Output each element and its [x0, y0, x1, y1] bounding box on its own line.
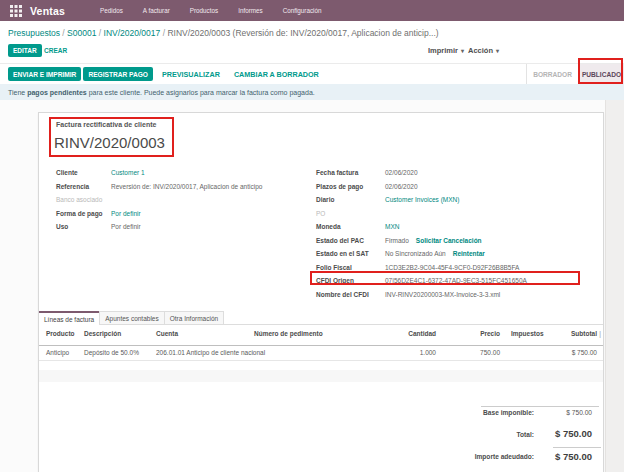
forma-pago-link[interactable]: Por definir	[111, 210, 141, 217]
total-value: $ 750.00	[555, 428, 592, 439]
field-cliente: ClienteCustomer 1	[56, 169, 145, 177]
register-payment-button[interactable]: REGISTRAR PAGO	[83, 67, 153, 81]
breadcrumb-current: RINV/2020/0003 (Reversión de: INV/2020/0…	[167, 28, 438, 38]
invoice-sheet: Factura rectificativa de cliente RINV/20…	[38, 112, 604, 472]
breadcrumb: Presupuestos / S00001 / INV/2020/0017 / …	[8, 28, 439, 38]
create-button[interactable]: CREAR	[44, 47, 67, 54]
field-estado-pac: Estado del PACFirmadoSolicitar Cancelaci…	[316, 237, 482, 245]
total-label: Total:	[517, 431, 534, 438]
tab-otra-informacion[interactable]: Otra Información	[164, 311, 224, 324]
field-plazos-pago: Plazos de pago02/06/2020	[316, 183, 418, 191]
field-uso: UsoPor definir	[56, 223, 141, 231]
statusbar: ENVIAR E IMPRIMIR REGISTRAR PAGO PREVISU…	[0, 63, 624, 84]
field-po: PO	[316, 210, 385, 218]
tab-apuntes-contables[interactable]: Apuntes contables	[99, 311, 164, 324]
field-diario: DiarioCustomer Invoices (MXN)	[316, 196, 459, 204]
action-dropdown[interactable]: Acción▾	[468, 46, 499, 55]
solicitar-cancelacion-link[interactable]: Solicitar Cancelación	[416, 237, 482, 244]
col-pedimento[interactable]: Número de pedimento	[254, 325, 323, 343]
annotation-box-cfdi-origen	[310, 271, 580, 286]
col-producto[interactable]: Producto	[46, 325, 75, 343]
col-cantidad[interactable]: Cantidad	[408, 325, 436, 343]
field-fecha-factura: Fecha factura02/06/2020	[316, 169, 418, 177]
breadcrumb-inv[interactable]: INV/2020/0017	[104, 28, 161, 38]
col-descripcion[interactable]: Descripción	[84, 325, 121, 343]
moneda-link[interactable]: MXN	[385, 223, 399, 230]
field-estado-sat: Estado en el SATNo Sincronizado AúnReint…	[316, 250, 485, 258]
state-borrador[interactable]: BORRADOR	[526, 64, 578, 85]
field-nombre-cfdi: Nombre del CFDIINV-RINV20200003-MX-Invoi…	[316, 291, 500, 299]
diario-link[interactable]: Customer Invoices (MXN)	[385, 196, 459, 203]
field-banco-asociado: Banco asociado	[56, 196, 111, 204]
annotation-box-title	[49, 117, 174, 157]
empty-row-striped	[39, 370, 603, 382]
breadcrumb-presupuestos[interactable]: Presupuestos	[8, 28, 60, 38]
field-referencia: ReferenciaReversión de: INV/2020/0017, A…	[56, 183, 262, 191]
col-cuenta[interactable]: Cuenta	[156, 325, 178, 343]
tab-lineas-de-factura[interactable]: Líneas de factura	[39, 311, 100, 325]
due-divider	[553, 447, 601, 448]
reintentar-link[interactable]: Reintentar	[453, 250, 485, 257]
scrollbar-track[interactable]	[605, 100, 624, 472]
nav-item-pedidos[interactable]: Pedidos	[90, 7, 133, 14]
importe-adeudado-label: Importe adeudado:	[475, 453, 534, 460]
empty-row	[39, 361, 603, 370]
nav-menu: Pedidos A facturar Productos Informes Co…	[90, 7, 331, 14]
col-subtotal[interactable]: Subtotal	[571, 325, 597, 343]
nav-item-informes[interactable]: Informes	[228, 7, 273, 14]
annotation-box-publicado	[578, 58, 623, 84]
cliente-link[interactable]: Customer 1	[111, 169, 145, 176]
breadcrumb-s00001[interactable]: S00001	[67, 28, 96, 38]
base-imponible-value: $ 750.00	[566, 409, 592, 416]
col-precio[interactable]: Precio	[480, 325, 500, 343]
importe-adeudado-value: $ 750.00	[555, 451, 592, 462]
outstanding-payments-alert: Tiene pagos pendientes para este cliente…	[0, 84, 624, 100]
page: Ventas Pedidos A facturar Productos Info…	[0, 0, 624, 472]
apps-grid-icon[interactable]	[10, 5, 22, 17]
edit-button[interactable]: EDITAR	[8, 44, 42, 57]
nav-item-configuracion[interactable]: Configuración	[273, 7, 332, 14]
field-moneda: MonedaMXN	[316, 223, 399, 231]
notebook-tabs: Líneas de factura Apuntes contables Otra…	[39, 311, 603, 325]
col-impuestos[interactable]: Impuestos	[511, 325, 544, 343]
send-print-button[interactable]: ENVIAR E IMPRIMIR	[8, 67, 81, 81]
optional-columns-toggle-icon[interactable]: |	[599, 325, 601, 343]
base-imponible-label: Base imponible:	[483, 409, 534, 416]
app-name[interactable]: Ventas	[30, 5, 65, 17]
field-forma-de-pago: Forma de pagoPor definir	[56, 210, 141, 218]
caret-down-icon: ▾	[496, 48, 499, 54]
invoice-lines-table: Producto Descripción Cuenta Número de pe…	[39, 325, 603, 382]
caret-down-icon: ▾	[461, 48, 464, 54]
table-header-row: Producto Descripción Cuenta Número de pe…	[39, 325, 603, 346]
reset-to-draft-button[interactable]: CAMBIAR A BORRADOR	[229, 67, 324, 81]
print-dropdown[interactable]: Imprimir▾	[428, 46, 464, 55]
preview-button[interactable]: PREVISUALIZAR	[157, 67, 225, 81]
nav-item-a-facturar[interactable]: A facturar	[133, 7, 180, 14]
totals-divider	[481, 406, 599, 407]
top-navbar: Ventas Pedidos A facturar Productos Info…	[0, 0, 624, 21]
nav-item-productos[interactable]: Productos	[180, 7, 228, 14]
table-row[interactable]: Anticipo Depósito de 50.0% 206.01.01 Ant…	[39, 346, 603, 361]
